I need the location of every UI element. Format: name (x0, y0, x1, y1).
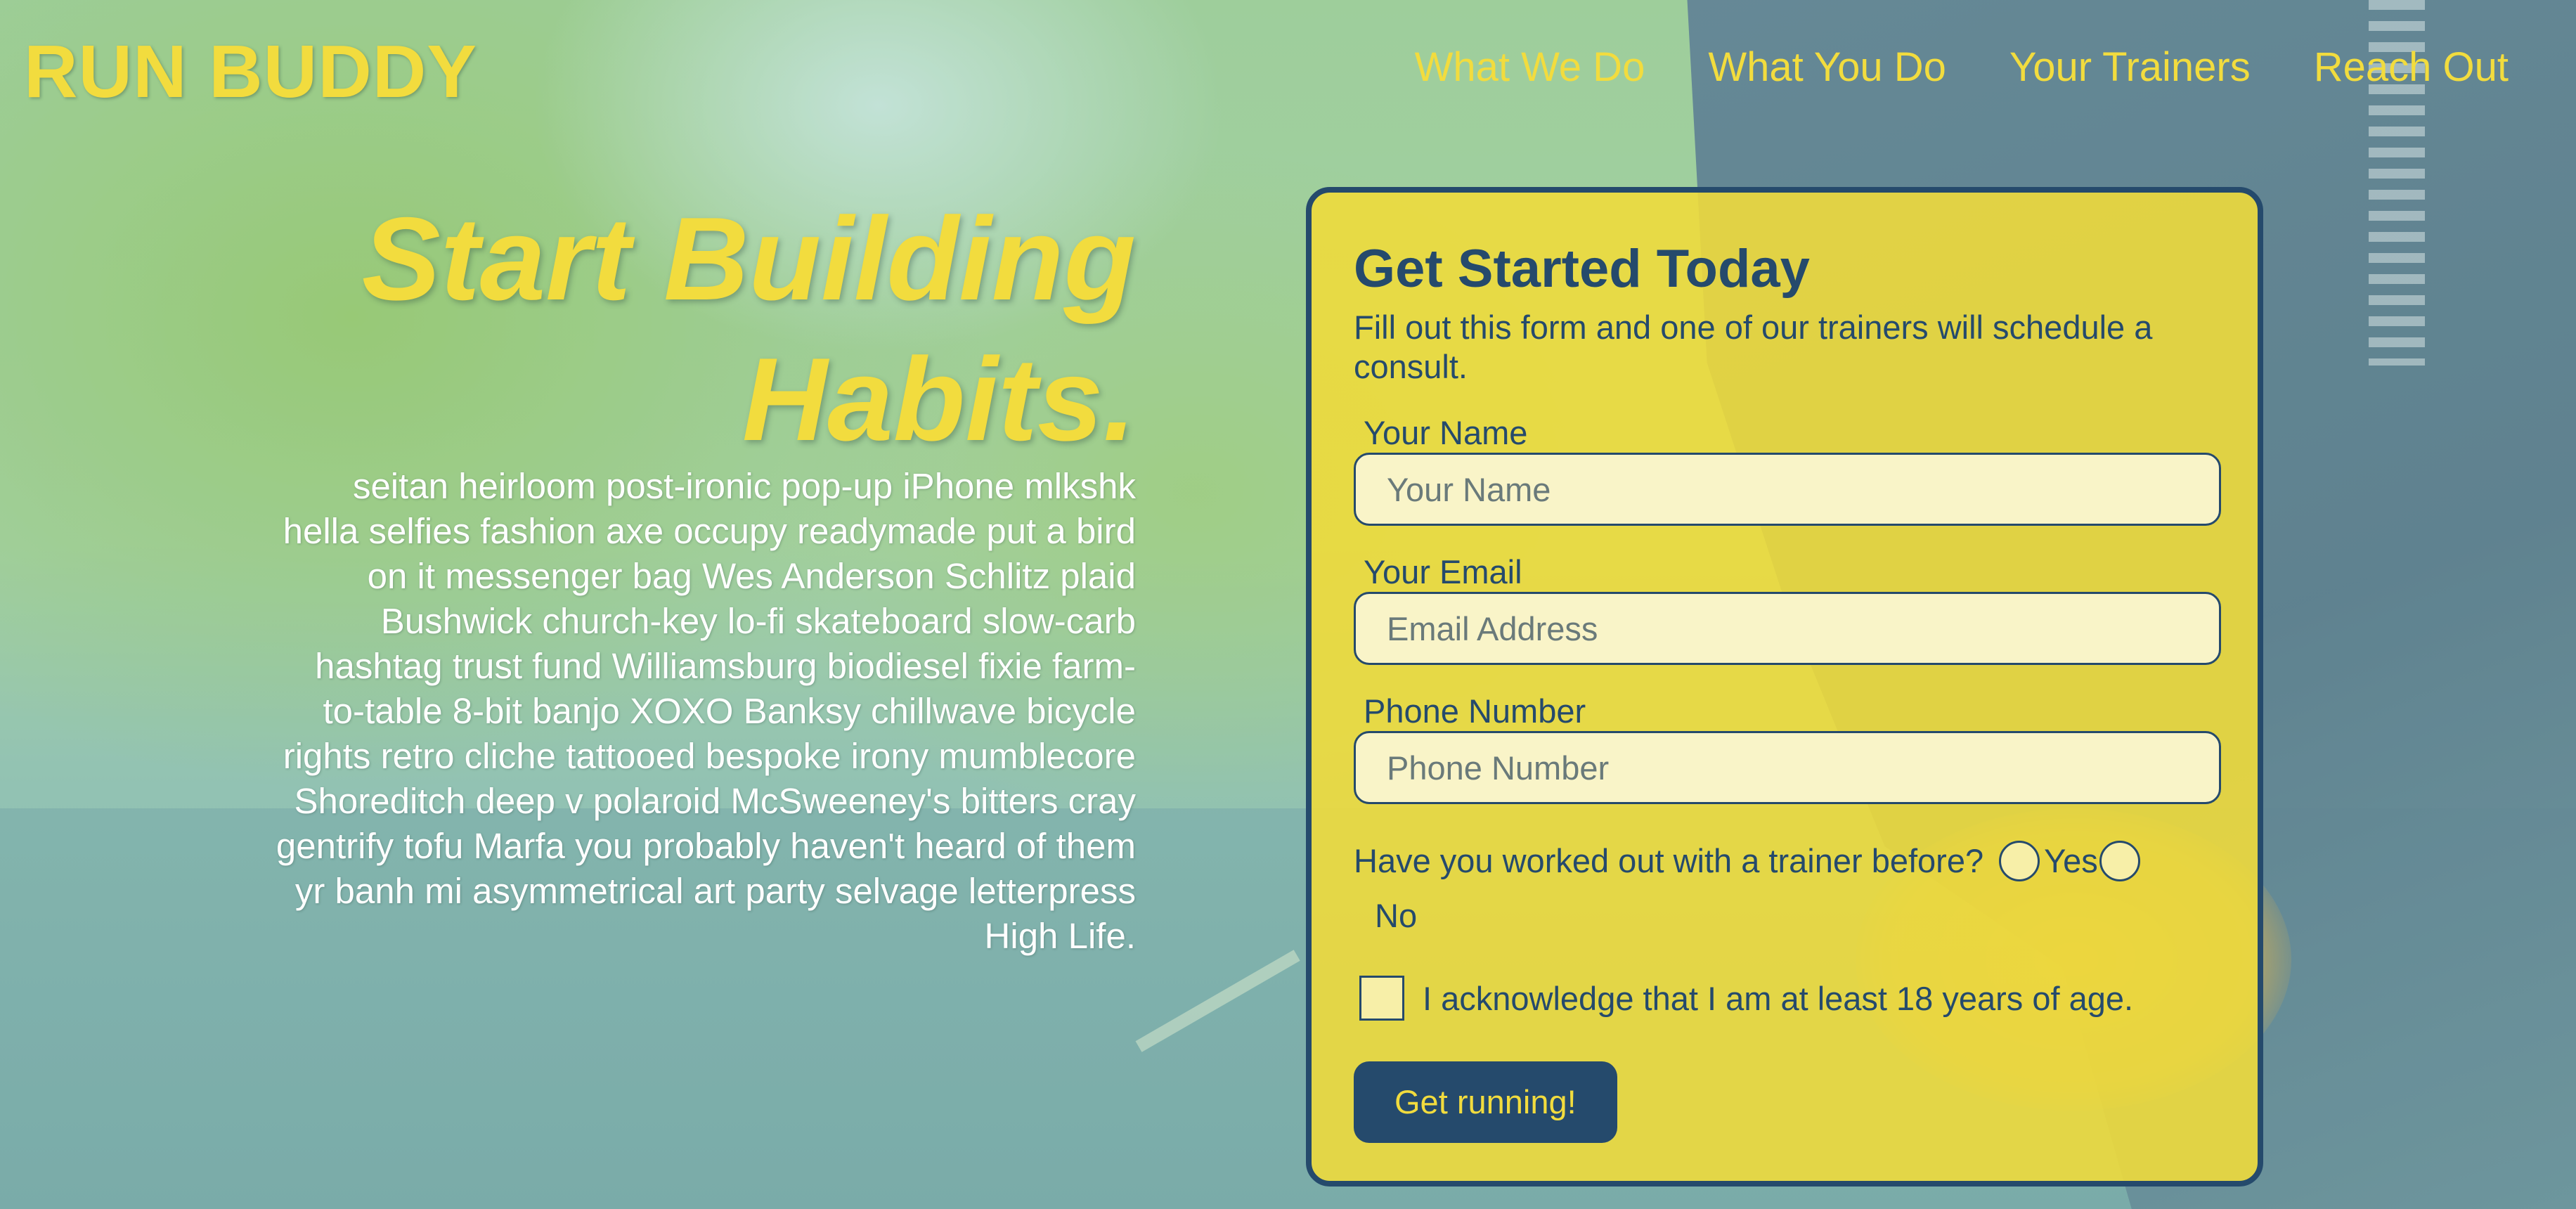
site-logo[interactable]: RUN BUDDY (24, 30, 477, 115)
radio-no-label[interactable]: No (1354, 893, 2225, 939)
nav-link-what-you-do[interactable]: What You Do (1708, 44, 1946, 91)
email-label: Your Email (1364, 553, 1522, 590)
form-subtitle: Fill out this form and one of our traine… (1354, 309, 2153, 385)
name-label: Your Name (1364, 414, 1528, 451)
nav-link-what-we-do[interactable]: What We Do (1415, 44, 1645, 91)
hero-body-text: seitan heirloom post-ironic pop-up iPhon… (276, 466, 1136, 956)
age-acknowledge-label[interactable]: I acknowledge that I am at least 18 year… (1423, 979, 2133, 1018)
age-acknowledge-group: I acknowledge that I am at least 18 year… (1354, 976, 2215, 1021)
email-field-group: Your Email (1354, 553, 2221, 665)
form-title: Get Started Today (1354, 239, 1810, 299)
radio-no[interactable] (2099, 841, 2140, 881)
page: RUN BUDDY What We Do What You Do Your Tr… (0, 0, 2576, 1209)
radio-yes-label[interactable]: Yes (2044, 838, 2098, 884)
nav-link-reach-out[interactable]: Reach Out (2314, 44, 2509, 91)
hero-title: Start Building Habits. (361, 193, 1136, 465)
trainer-question-label: Have you worked out with a trainer befor… (1354, 842, 1984, 879)
name-field-group: Your Name (1354, 414, 2221, 526)
submit-button[interactable]: Get running! (1354, 1061, 1617, 1143)
phone-input[interactable] (1354, 731, 2221, 804)
radio-yes[interactable] (1999, 841, 2040, 881)
main-nav: What We Do What You Do Your Trainers Rea… (1415, 44, 2509, 91)
phone-label: Phone Number (1364, 692, 1586, 730)
age-checkbox[interactable] (1359, 976, 1404, 1021)
trainer-question-group: Have you worked out with a trainer befor… (1354, 838, 2225, 939)
phone-field-group: Phone Number (1354, 692, 2221, 804)
nav-link-your-trainers[interactable]: Your Trainers (2009, 44, 2251, 91)
signup-form: Get Started Today Fill out this form and… (1306, 187, 2263, 1187)
name-input[interactable] (1354, 453, 2221, 526)
email-input[interactable] (1354, 592, 2221, 665)
